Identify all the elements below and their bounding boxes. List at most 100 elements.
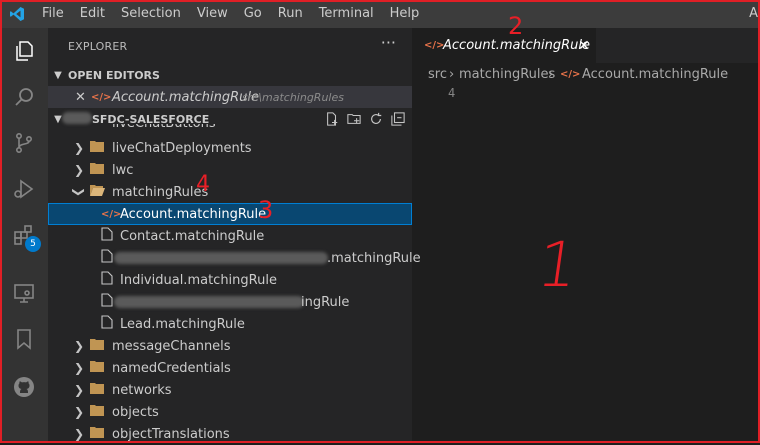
chevron-down-icon: ▼ (54, 69, 62, 81)
tree-folder[interactable]: ❯ lwc (48, 159, 412, 181)
tree-folder[interactable]: ❯ objectTranslations (48, 423, 412, 445)
menu-file[interactable]: File (34, 0, 72, 28)
more-actions-button[interactable]: ··· (381, 33, 396, 52)
file-label: Individual.matchingRule (120, 272, 277, 288)
source-control-icon[interactable] (0, 120, 48, 166)
editor-tab-bar: </> Account.matchingRule ✕ (412, 28, 760, 63)
file-icon (101, 271, 113, 289)
activity-bar: 5 (0, 28, 48, 443)
tab-account-matchingrule[interactable]: </> Account.matchingRule ✕ (412, 28, 596, 63)
open-editor-item[interactable]: ✕ </> Account.matchingRule src\matchingR… (48, 86, 412, 108)
tree-folder[interactable]: ❯ networks (48, 379, 412, 401)
file-icon (101, 227, 113, 245)
xml-file-icon: </> (101, 208, 122, 220)
folder-label: liveChatButtons (112, 124, 216, 131)
run-debug-icon[interactable] (0, 166, 48, 212)
github-icon[interactable] (0, 364, 48, 410)
extensions-badge: 5 (25, 236, 41, 252)
redacted-text (62, 112, 92, 124)
chevron-right-icon: ❯ (74, 383, 85, 397)
folder-icon (90, 426, 104, 442)
folder-icon (90, 140, 104, 156)
xml-file-icon: </> (424, 40, 445, 51)
file-icon (101, 293, 113, 311)
tree-file[interactable]: .matchingRule (48, 247, 421, 269)
folder-icon (90, 382, 104, 398)
folder-label: messageChannels (112, 338, 231, 354)
chevron-right-icon: › (548, 66, 554, 82)
folder-icon (90, 338, 104, 354)
chevron-right-icon: ❯ (74, 427, 85, 441)
folder-icon (90, 360, 104, 376)
folder-label: objectTranslations (112, 426, 230, 442)
search-icon[interactable] (0, 74, 48, 120)
file-icon (101, 315, 113, 333)
breadcrumb-src[interactable]: src (428, 67, 447, 82)
remote-explorer-icon[interactable] (0, 270, 48, 316)
menu-edit[interactable]: Edit (72, 0, 113, 28)
breadcrumb: src › matchingRules › </> Account.matchi… (412, 63, 760, 85)
menu-bar: File Edit Selection View Go Run Terminal… (0, 0, 760, 28)
menu-help[interactable]: Help (382, 0, 428, 28)
chevron-right-icon: ❯ (74, 405, 85, 419)
tree-file[interactable]: Individual.matchingRule (48, 269, 412, 291)
folder-label: matchingRules (112, 184, 209, 200)
menu-view[interactable]: View (189, 0, 236, 28)
folder-label: namedCredentials (112, 360, 231, 376)
open-editors-label: OPEN EDITORS (68, 68, 160, 82)
tree-folder[interactable]: ❯ namedCredentials (48, 357, 412, 379)
folder-label: objects (112, 404, 159, 420)
file-label: ingRule (301, 294, 350, 310)
explorer-sidebar: EXPLORER ··· ▼ OPEN EDITORS ✕ </> Accoun… (48, 28, 421, 445)
annotation-number: 3 (258, 196, 274, 224)
folder-label: networks (112, 382, 172, 398)
menu-selection[interactable]: Selection (113, 0, 189, 28)
xml-file-icon: </> (560, 68, 581, 80)
extensions-icon[interactable]: 5 (0, 212, 48, 258)
redacted-text (114, 296, 304, 308)
close-icon[interactable]: ✕ (578, 38, 590, 54)
chevron-right-icon: ❯ (74, 361, 85, 375)
tree-folder[interactable]: ❯ liveChatDeployments (48, 137, 412, 159)
tree-file[interactable]: ingRule (48, 291, 412, 313)
tree-folder-open[interactable]: ❯ matchingRules (48, 181, 412, 203)
open-editor-name: Account.matchingRule (112, 89, 259, 105)
folder-icon (90, 404, 104, 420)
folder-label: lwc (112, 162, 134, 178)
chevron-down-icon: ❯ (72, 186, 87, 198)
explorer-title: EXPLORER (68, 40, 128, 53)
folder-icon (90, 162, 104, 178)
xml-file-icon: </> (91, 91, 112, 103)
editor-area[interactable] (412, 85, 760, 443)
explorer-icon[interactable] (0, 28, 48, 74)
menu-terminal[interactable]: Terminal (311, 0, 382, 28)
close-icon[interactable]: ✕ (75, 90, 86, 105)
file-label: Account.matchingRule (120, 206, 267, 222)
file-icon (101, 249, 113, 267)
menu-run[interactable]: Run (270, 0, 311, 28)
folder-label: liveChatDeployments (112, 140, 252, 156)
menu-go[interactable]: Go (236, 0, 270, 28)
annotation-number: 4 (196, 172, 210, 197)
folder-open-icon (90, 184, 105, 200)
tree-folder[interactable]: ❯ messageChannels (48, 335, 412, 357)
tree-folder[interactable]: ❯ objects (48, 401, 412, 423)
window-title-fragment: A (749, 6, 758, 21)
chevron-right-icon: ❯ (74, 339, 85, 353)
tree-folder-partial[interactable]: liveChatButtons (48, 124, 412, 136)
tree-file[interactable]: Contact.matchingRule (48, 225, 412, 247)
chevron-right-icon: ❯ (74, 163, 85, 177)
breadcrumb-file[interactable]: Account.matchingRule (582, 67, 728, 82)
bookmark-icon[interactable] (0, 316, 48, 362)
tab-label: Account.matchingRule (443, 38, 590, 53)
redacted-text (114, 252, 328, 264)
chevron-right-icon: › (449, 66, 455, 82)
vscode-logo-icon (0, 0, 34, 28)
chevron-right-icon: ❯ (74, 141, 85, 155)
breadcrumb-folder[interactable]: matchingRules (459, 67, 555, 82)
file-label: Contact.matchingRule (120, 228, 265, 244)
tree-file[interactable]: Lead.matchingRule (48, 313, 412, 335)
open-editors-header[interactable]: ▼ OPEN EDITORS (48, 64, 412, 86)
tree-file-selected[interactable]: </> Account.matchingRule (48, 203, 412, 225)
open-editor-path: src\matchingRules (242, 90, 344, 104)
